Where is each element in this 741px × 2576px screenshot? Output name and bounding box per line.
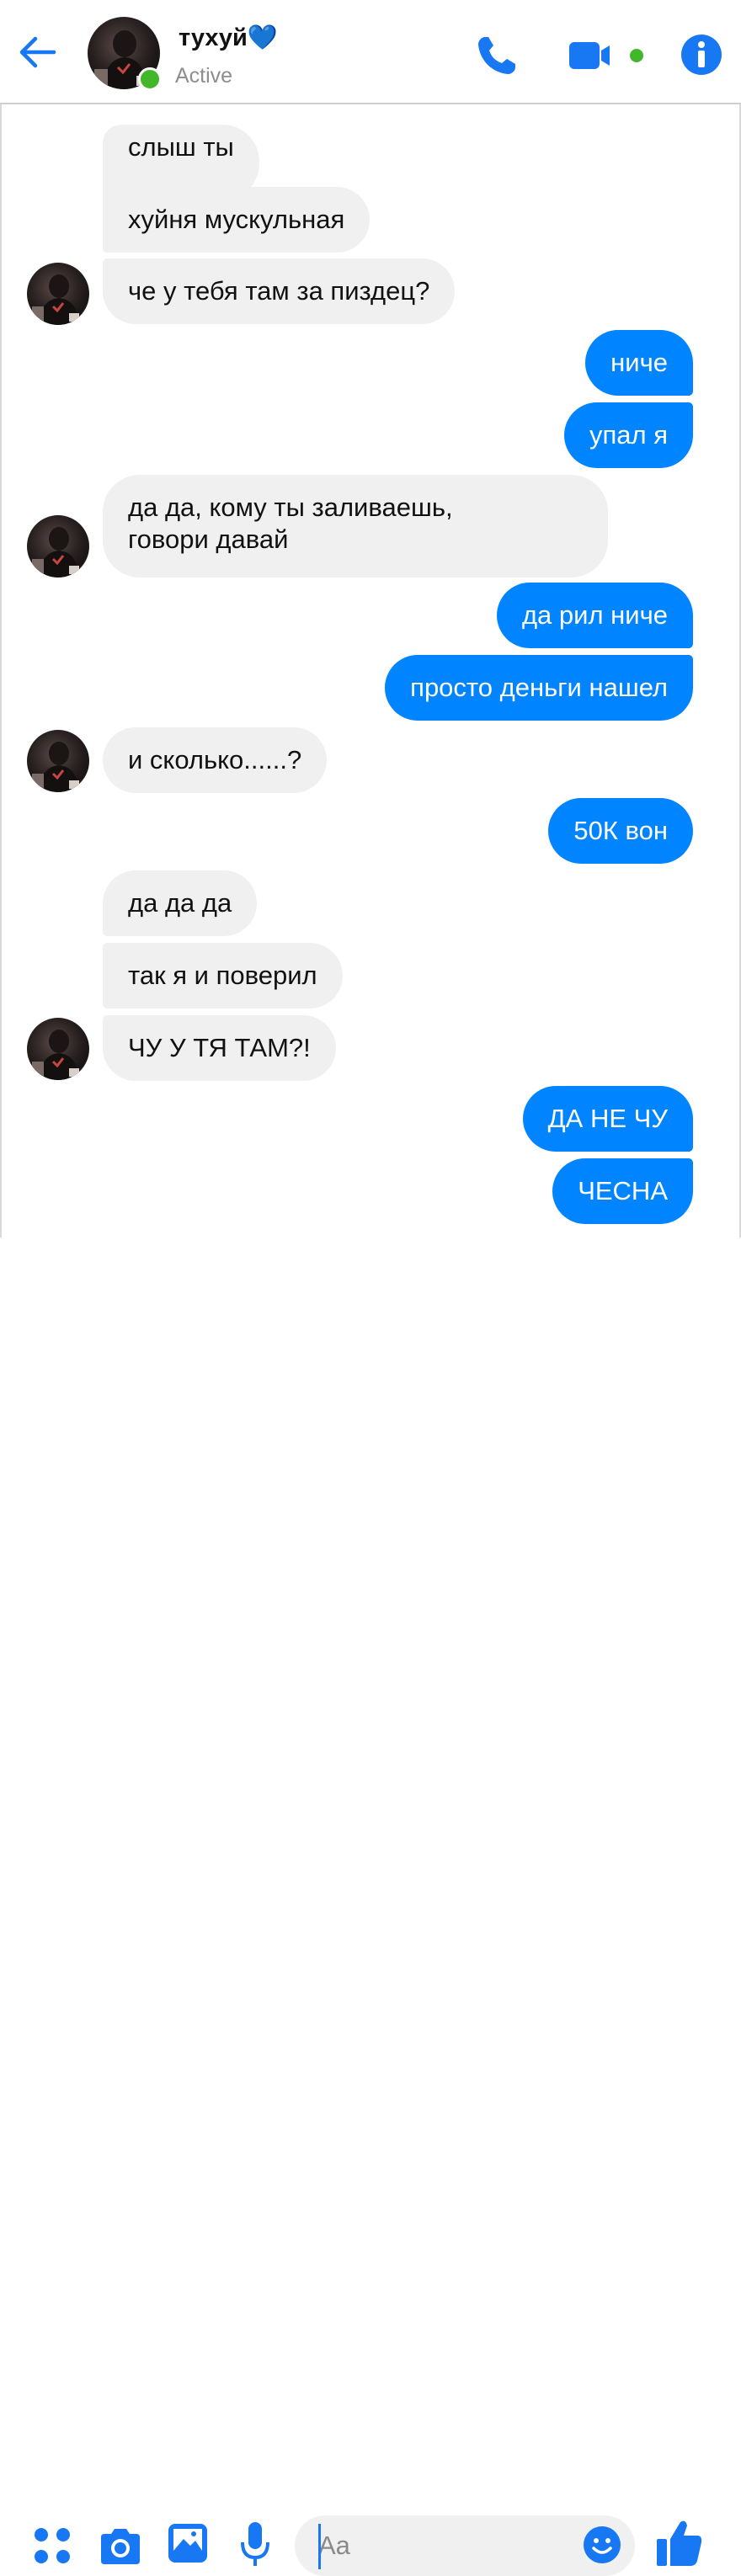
video-camera-icon[interactable] <box>569 40 616 71</box>
microphone-icon[interactable] <box>239 2520 271 2569</box>
message-composer <box>0 1237 741 2576</box>
back-arrow-icon[interactable] <box>17 35 57 69</box>
online-status-dot <box>138 67 162 91</box>
info-icon[interactable] <box>680 34 722 76</box>
incoming-message[interactable]: да да, кому ты заливаешь, говори давай <box>103 475 608 577</box>
contact-avatar-small[interactable] <box>27 1018 89 1080</box>
incoming-message[interactable]: ЧУ У ТЯ ТАМ?! <box>103 1015 336 1081</box>
menu-dots-icon[interactable] <box>32 2525 72 2566</box>
chat-header: тухуй💙 Active <box>0 0 741 104</box>
blue-heart-emoji: 💙 <box>247 24 278 51</box>
incoming-message[interactable]: так я и поверил <box>103 943 343 1009</box>
incoming-message[interactable]: че у тебя там за пиздец? <box>103 258 456 324</box>
contact-avatar-small[interactable] <box>27 515 89 577</box>
message-line: говори давай <box>128 524 289 554</box>
camera-icon[interactable] <box>98 2525 143 2566</box>
contact-name[interactable]: тухуй💙 <box>179 24 278 52</box>
incoming-message[interactable]: да да да <box>103 870 258 936</box>
outgoing-message[interactable]: ниче <box>585 330 693 396</box>
phone-icon[interactable] <box>473 32 520 79</box>
incoming-message[interactable]: хуйня мускульная <box>103 187 370 253</box>
outgoing-message[interactable]: просто деньги нашел <box>385 655 693 721</box>
message-thread[interactable]: слыш ты хуйня мускульная че у тебя там з… <box>0 104 741 1237</box>
contact-avatar-small[interactable] <box>27 730 89 792</box>
like-thumb-icon[interactable] <box>655 2517 704 2568</box>
outgoing-message[interactable]: да рил ниче <box>496 583 693 648</box>
text-cursor <box>318 2524 321 2569</box>
gallery-icon[interactable] <box>167 2522 209 2564</box>
contact-name-text: тухуй <box>179 24 248 51</box>
video-active-dot <box>630 49 643 62</box>
emoji-icon[interactable] <box>583 2525 621 2564</box>
incoming-message[interactable]: и сколько......? <box>103 727 328 793</box>
outgoing-message[interactable]: ДА НЕ ЧУ <box>522 1086 693 1152</box>
outgoing-message[interactable]: упал я <box>563 402 693 468</box>
outgoing-message[interactable]: 50К вон <box>548 798 693 864</box>
message-line: да да, кому ты заливаешь, <box>128 492 453 522</box>
active-status: Active <box>175 64 233 88</box>
outgoing-message[interactable]: ЧЕСНА <box>552 1158 693 1224</box>
contact-avatar-small[interactable] <box>27 263 89 325</box>
